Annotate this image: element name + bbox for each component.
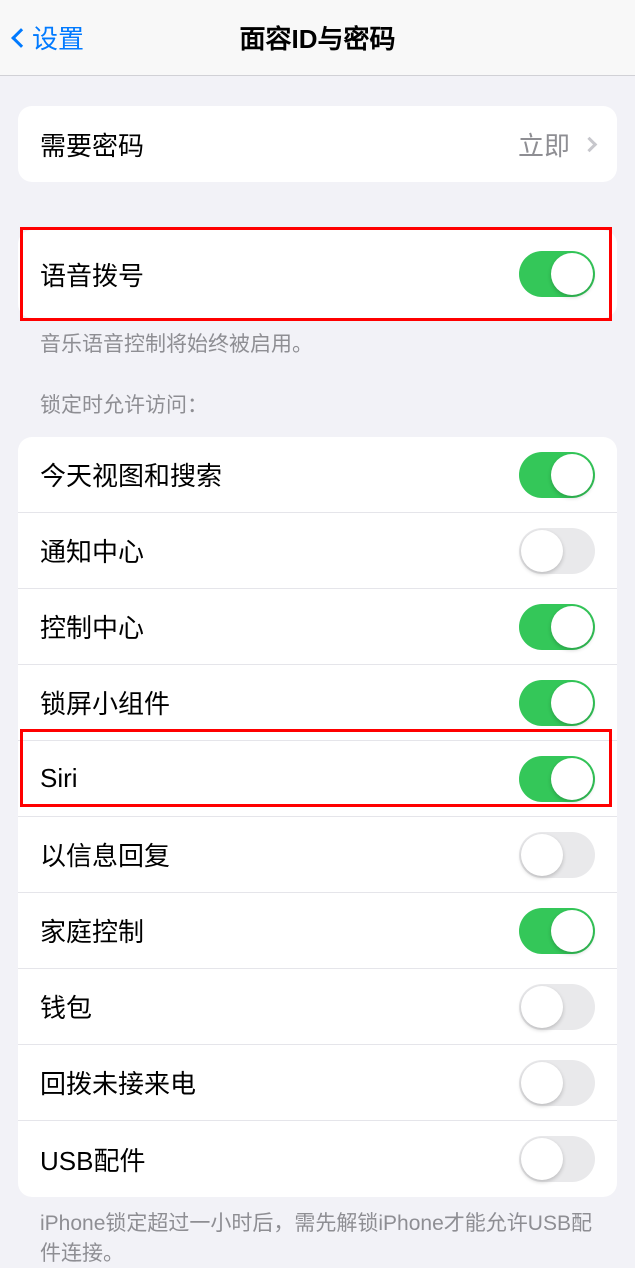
toggle-lock-item[interactable] [519,452,595,498]
group-require-passcode: 需要密码 立即 [18,106,617,182]
row-label: 家庭控制 [40,912,144,949]
row-label: 回拨未接来电 [40,1064,196,1101]
row-lock-item: 以信息回复 [18,817,617,893]
value-text: 立即 [518,126,570,163]
toggle-knob [551,682,593,724]
toggle-knob [551,253,593,295]
row-label: 以信息回复 [40,836,170,873]
chevron-right-icon [582,136,598,152]
row-require-passcode[interactable]: 需要密码 立即 [18,106,617,182]
toggle-lock-item[interactable] [519,984,595,1030]
row-label: 需要密码 [40,126,144,163]
toggle-knob [551,606,593,648]
toggle-knob [521,1138,563,1180]
toggle-knob [521,834,563,876]
toggle-lock-item[interactable] [519,908,595,954]
back-button[interactable]: 设置 [8,19,84,56]
row-label: 锁屏小组件 [40,684,170,721]
toggle-knob [551,454,593,496]
chevron-left-icon [11,28,31,48]
toggle-knob [521,1062,563,1104]
back-label: 设置 [32,19,84,56]
row-value: 立即 [518,126,595,163]
header-lock-access: 锁定时允许访问： [18,389,617,429]
group-lock-access: 今天视图和搜索通知中心控制中心锁屏小组件 Siri 以信息回复家庭控制钱包回拨未接来… [18,437,617,1197]
toggle-voice-dial[interactable] [519,251,595,297]
row-lock-item: 钱包 [18,969,617,1045]
row-lock-item: 通知中心 [18,513,617,589]
row-label: USB配件 [40,1141,145,1178]
toggle-lock-item[interactable] [519,832,595,878]
page-title: 面容ID与密码 [0,19,635,56]
row-lock-item: 回拨未接来电 [18,1045,617,1121]
row-lock-item: 锁屏小组件 [18,665,617,741]
row-label: 语音拨号 [40,256,144,293]
toggle-knob [551,910,593,952]
toggle-lock-item[interactable] [519,528,595,574]
row-lock-item: USB配件 [18,1121,617,1197]
toggle-lock-item[interactable] [519,604,595,650]
row-label: 今天视图和搜索 [40,456,222,493]
toggle-lock-item[interactable] [519,1136,595,1182]
row-lock-item: 控制中心 [18,589,617,665]
toggle-knob [521,530,563,572]
row-label: 钱包 [40,988,92,1025]
row-lock-item: 今天视图和搜索 [18,437,617,513]
toggle-knob [521,986,563,1028]
row-label: Siri [40,763,78,794]
row-lock-item: Siri [18,741,617,817]
toggle-lock-item[interactable] [519,756,595,802]
group-voice-dial: 语音拨号 [18,230,617,318]
row-label: 通知中心 [40,532,144,569]
footer-lock-access: iPhone锁定超过一小时后，需先解锁iPhone才能允许USB配件连接。 [18,1197,617,1268]
row-label: 控制中心 [40,608,144,645]
toggle-knob [551,758,593,800]
toggle-lock-item[interactable] [519,680,595,726]
footer-voice-dial: 音乐语音控制将始终被启用。 [18,318,617,359]
toggle-lock-item[interactable] [519,1060,595,1106]
row-lock-item: 家庭控制 [18,893,617,969]
navigation-bar: 设置 面容ID与密码 [0,0,635,76]
row-voice-dial: 语音拨号 [18,230,617,318]
